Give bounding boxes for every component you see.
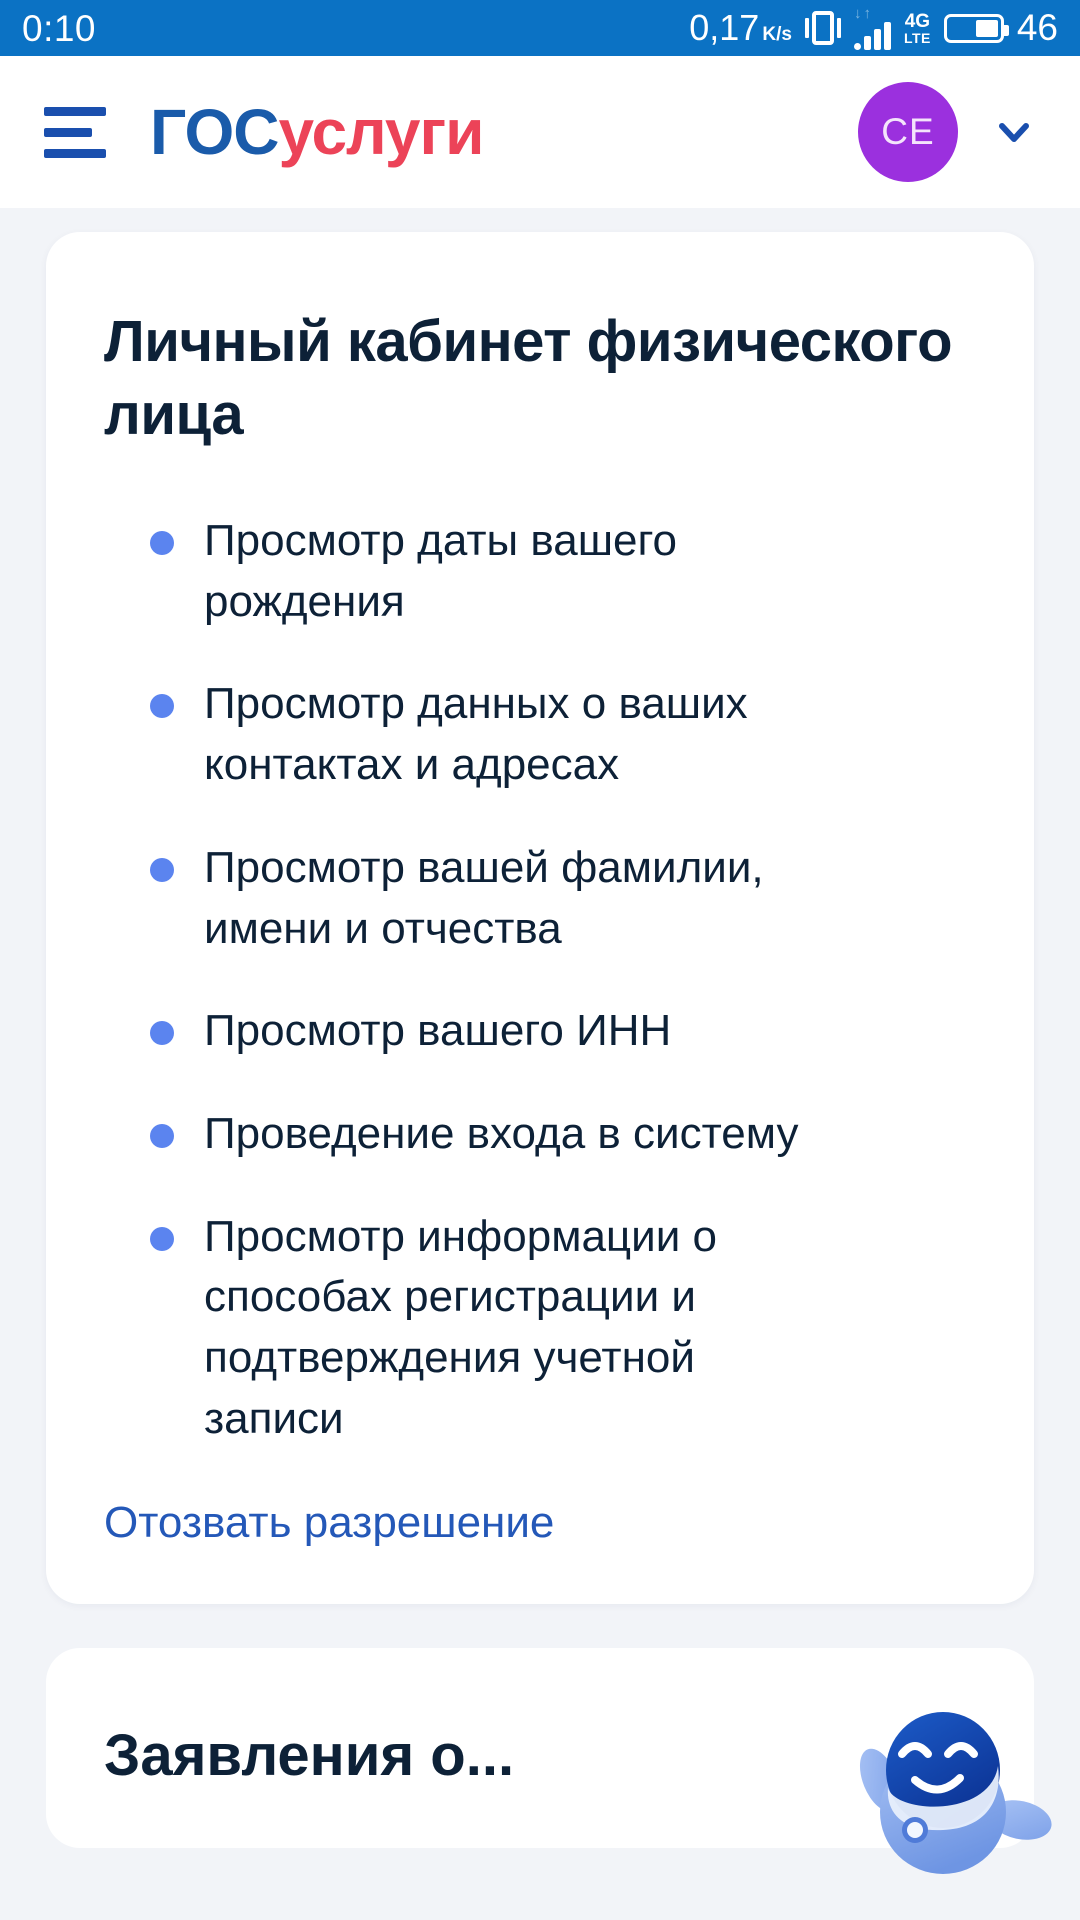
- avatar[interactable]: СЕ: [858, 82, 958, 182]
- bullet-icon: [150, 531, 174, 555]
- app-header: ГОСуслуги СЕ: [0, 56, 1080, 208]
- network-type-secondary: LTE: [903, 29, 931, 46]
- bullet-icon: [150, 1226, 174, 1251]
- logo-text-blue: ГОС: [150, 96, 279, 168]
- network-speed-unit-numerator: K: [762, 24, 777, 45]
- bullet-icon: [150, 694, 174, 719]
- bullet-icon: [150, 1021, 174, 1046]
- list-item: Проведение входа в систему: [104, 1104, 976, 1165]
- network-type-indicator: 4G LTE: [904, 12, 931, 45]
- permission-text: Просмотр вашей фамилии, имени и отчества: [204, 842, 764, 953]
- network-speed-value: 0,17: [689, 7, 760, 48]
- list-item: Просмотр даты вашего рождения: [104, 511, 976, 632]
- battery-icon: [943, 13, 1009, 43]
- page-title: Личный кабинет физического лица: [104, 309, 953, 447]
- header-account-area: СЕ: [858, 82, 1036, 182]
- permission-text: Просмотр даты вашего рождения: [204, 516, 678, 626]
- signal-indicator: ↓ ↑: [853, 4, 891, 50]
- signal-bars-icon: [853, 21, 891, 50]
- status-bar: 0:10 0,17 K / s ↓ ↑ 4G LTE 46: [0, 0, 1080, 56]
- avatar-initials: СЕ: [881, 111, 935, 152]
- list-item: Просмотр информации о способах регистрац…: [104, 1207, 976, 1450]
- page-content: Личный кабинет физического лица Просмотр…: [0, 208, 1080, 1920]
- logo-text-red: услуги: [278, 96, 484, 168]
- permission-card: Личный кабинет физического лица Просмотр…: [46, 232, 1034, 1604]
- network-speed-unit: K / s: [762, 24, 792, 45]
- chevron-down-icon[interactable]: [992, 110, 1036, 154]
- vibrate-icon: [804, 11, 841, 45]
- gosuslugi-logo[interactable]: ГОСуслуги: [150, 100, 484, 164]
- status-bar-icons: 0,17 K / s ↓ ↑ 4G LTE 46: [689, 4, 1058, 50]
- list-item: Просмотр данных о ваших контактах и адре…: [104, 674, 976, 795]
- network-speed-unit-denominator: s: [781, 24, 792, 45]
- permission-list: Просмотр даты вашего рождения Просмотр д…: [104, 511, 976, 1450]
- status-bar-clock: 0:10: [22, 7, 97, 49]
- bullet-icon: [150, 1124, 174, 1149]
- data-transfer-arrows-icon: ↓ ↑: [853, 4, 871, 22]
- permission-text: Проведение входа в систему: [204, 1109, 799, 1159]
- network-type-primary: 4G: [904, 10, 931, 32]
- permission-text: Просмотр данных о ваших контактах и адре…: [204, 679, 748, 790]
- robot-max-mascot[interactable]: [840, 1692, 1070, 1902]
- permission-text: Просмотр вашего ИНН: [204, 1006, 672, 1056]
- list-item: Просмотр вашего ИНН: [104, 1001, 976, 1062]
- hamburger-menu-icon[interactable]: [44, 106, 106, 158]
- permission-text: Просмотр информации о способах регистрац…: [204, 1211, 717, 1443]
- battery-percentage: 46: [1016, 7, 1058, 48]
- bullet-icon: [150, 857, 174, 882]
- network-speed-indicator: 0,17 K / s: [689, 7, 792, 49]
- revoke-permission-link[interactable]: Отозвать разрешение: [104, 1498, 554, 1548]
- list-item: Просмотр вашей фамилии, имени и отчества: [104, 838, 976, 959]
